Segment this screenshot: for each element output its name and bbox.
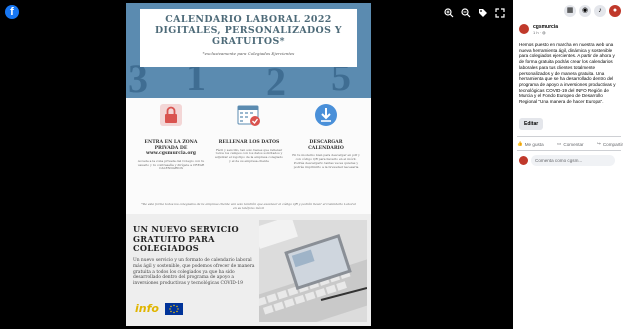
poster-note: *De esta forma todos los colegiados de t… [141,202,356,210]
divider [517,150,621,151]
thumbs-up-icon: 👍 [517,141,523,146]
menu-grid-icon[interactable]: ▦ [564,5,576,17]
poster-steps: ENTRA EN LA ZONA PRIVADA DE www.cgsmurci… [126,103,371,203]
eu-flag-icon [164,302,183,315]
zoom-out-icon[interactable] [461,8,471,18]
step-description: En tu moderno bien para descargar en pdf… [292,153,360,169]
sponsor-logos: info [135,302,183,315]
photo-viewer: f 3 1 2 5 CALENDARIO LABORAL 2022 DIGITA… [0,0,513,329]
comment-row: Comenta como cgsm... [519,155,615,166]
commenter-avatar [519,156,528,165]
author-avatar[interactable] [519,24,529,34]
globe-icon: ◍ [542,30,546,35]
info-logo: info [135,302,159,315]
post-author: cgsmurcia 1 h · ◍ [519,24,558,35]
zoom-in-icon[interactable] [444,8,454,18]
fullscreen-icon[interactable] [495,8,505,18]
step-description: Accede a la zona privada del Colegio con… [137,158,205,171]
lock-icon [160,104,182,126]
notifications-bell-icon[interactable]: ♪ [594,5,606,17]
header-icons: ▦ ◉ ♪ ● [564,5,621,17]
step-private-zone: ENTRA EN LA ZONA PRIVADA DE www.cgsmurci… [136,103,206,171]
poster-image: 3 1 2 5 CALENDARIO LABORAL 2022 DIGITALE… [126,3,371,326]
account-avatar-icon[interactable]: ● [609,5,621,17]
post-panel: ▦ ◉ ♪ ● cgsmurcia 1 h · ◍ Hemos puesto e… [513,0,625,329]
messenger-icon[interactable]: ◉ [579,5,591,17]
viewer-toolbar [444,8,505,18]
post-text: Hemos puesto en marcha en nuestra web un… [519,42,616,105]
step-title: DESCARGAR CALENDARIO [308,140,344,151]
step-title: RELLENAR LOS DATOS [218,140,280,145]
poster-header: 3 1 2 5 CALENDARIO LABORAL 2022 DIGITALE… [126,3,371,98]
edit-button[interactable]: Editar [519,118,544,130]
calendar-check-icon [237,105,260,126]
comment-icon: ▭ [557,141,562,146]
laptop-photo [259,220,367,322]
share-icon: ↪ [596,141,601,146]
step-description: Fácil y sencillo, tan solo tienes que re… [215,147,283,163]
comment-input[interactable]: Comenta como cgsm... [531,155,615,166]
post-actions: 👍 Me gusta ▭ Comentar ↪ Compartir [517,141,623,147]
poster-title: CALENDARIO LABORAL 2022 DIGITALES, PERSO… [154,14,343,47]
divider [517,136,621,137]
poster-service-section: UN NUEVO SERVICIO GRATUITO PARA COLEGIAD… [126,214,371,326]
comment-button[interactable]: ▭ Comentar [557,141,584,147]
like-button[interactable]: 👍 Me gusta [517,141,544,147]
step-title: ENTRA EN LA ZONA PRIVADA DE www.cgsmurci… [144,140,198,157]
service-title: UN NUEVO SERVICIO GRATUITO PARA COLEGIAD… [133,224,239,253]
post-date[interactable]: 1 h · ◍ [533,30,558,35]
step-download: DESCARGAR CALENDARIO En tu moderno bien … [291,103,361,169]
step-fill-data: RELLENAR LOS DATOS Fácil y sencillo, tan… [214,103,284,164]
share-button[interactable]: ↪ Compartir [597,141,623,147]
service-body: Un nuevo servicio y un formato de calend… [133,258,255,287]
poster-title-box: CALENDARIO LABORAL 2022 DIGITALES, PERSO… [140,9,357,67]
facebook-logo-icon[interactable]: f [5,5,19,19]
poster-subtitle: *exclusivamente para Colegiados Ejercien… [202,51,295,56]
download-icon [315,104,337,126]
tag-icon[interactable] [478,8,488,18]
